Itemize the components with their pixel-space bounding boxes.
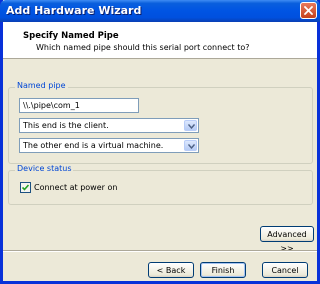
checkmark-icon: [22, 184, 29, 191]
page-subtitle: Which named pipe should this serial port…: [36, 43, 250, 52]
finish-button[interactable]: Finish: [200, 262, 246, 278]
back-button[interactable]: < Back: [148, 262, 194, 278]
other-end-select[interactable]: The other end is a virtual machine.: [19, 138, 199, 153]
device-status-legend: Device status: [15, 164, 74, 173]
chevron-down-icon: [188, 124, 195, 129]
pipe-path-input[interactable]: \\.\pipe\com_1: [19, 98, 139, 113]
advanced-button[interactable]: Advanced >>: [260, 226, 314, 253]
this-end-value: This end is the client.: [23, 121, 109, 130]
other-end-dropdown-button[interactable]: [184, 140, 197, 151]
wizard-header: Specify Named Pipe Which named pipe shou…: [3, 22, 317, 59]
this-end-dropdown-button[interactable]: [184, 120, 197, 131]
this-end-select[interactable]: This end is the client.: [19, 118, 199, 133]
wizard-window: Add Hardware Wizard Specify Named Pipe W…: [0, 0, 320, 284]
footer-divider: [3, 250, 317, 252]
connect-at-power-on-label[interactable]: Connect at power on: [34, 183, 117, 192]
chevron-down-icon: [188, 144, 195, 149]
connect-at-power-on-checkbox[interactable]: [20, 182, 31, 193]
close-icon: [304, 6, 313, 15]
close-button[interactable]: [300, 2, 317, 19]
window-title: Add Hardware Wizard: [6, 4, 142, 17]
cancel-button[interactable]: Cancel: [262, 262, 308, 278]
title-bar[interactable]: Add Hardware Wizard: [0, 0, 320, 22]
other-end-value: The other end is a virtual machine.: [23, 141, 164, 150]
page-title: Specify Named Pipe: [23, 31, 119, 41]
named-pipe-legend: Named pipe: [15, 81, 68, 90]
